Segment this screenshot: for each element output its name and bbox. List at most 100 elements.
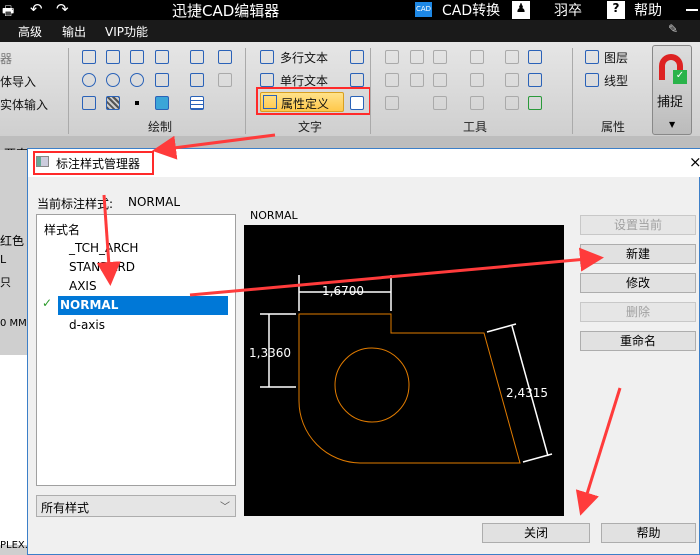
- polyline-icon[interactable]: [106, 50, 120, 64]
- spline-icon[interactable]: [82, 96, 96, 110]
- refresh-icon[interactable]: [528, 50, 542, 64]
- group-label-draw: 绘制: [148, 120, 173, 134]
- array-icon[interactable]: [505, 50, 519, 64]
- delete-button[interactable]: 删除: [580, 302, 696, 322]
- fillet-icon[interactable]: [433, 96, 447, 110]
- add-block-icon[interactable]: [528, 96, 542, 110]
- ribbon-item[interactable]: 实体输入: [0, 96, 48, 113]
- move-icon[interactable]: [385, 50, 399, 64]
- list-header: 样式名: [44, 223, 81, 237]
- dimension-preview: 1,6700 1,3360 2,4315: [249, 275, 553, 464]
- layer-icon[interactable]: [585, 50, 599, 64]
- attr-def-icon: [263, 95, 277, 109]
- multiline-icon[interactable]: [155, 50, 169, 64]
- current-style-value: NORMAL: [128, 195, 181, 209]
- mirror-icon[interactable]: [433, 50, 447, 64]
- modify-button[interactable]: 修改: [580, 273, 696, 293]
- menu-item[interactable]: 高级: [18, 23, 42, 40]
- list-item[interactable]: STANDARD: [69, 260, 135, 274]
- list-item[interactable]: d-axis: [69, 318, 105, 332]
- new-button[interactable]: 新建: [580, 244, 696, 264]
- point-icon[interactable]: [130, 96, 144, 110]
- chamfer-icon[interactable]: [385, 96, 399, 110]
- copy-icon[interactable]: [155, 73, 169, 87]
- mtext-icon[interactable]: [260, 50, 274, 64]
- extend-icon[interactable]: [470, 73, 484, 87]
- join-icon[interactable]: [528, 73, 542, 87]
- help-link[interactable]: 帮助: [634, 0, 662, 20]
- stretch-icon[interactable]: [385, 73, 399, 87]
- circle-3p-icon[interactable]: [106, 73, 120, 87]
- menu-item[interactable]: VIP功能: [105, 23, 148, 40]
- help-icon[interactable]: ?: [607, 1, 625, 19]
- image-icon[interactable]: [155, 96, 169, 110]
- layer-button[interactable]: 图层: [604, 49, 628, 66]
- list-item-selected[interactable]: NORMAL: [58, 296, 228, 315]
- ribbon-item[interactable]: 体导入: [0, 73, 36, 90]
- trim-icon[interactable]: [433, 73, 447, 87]
- group-label-text: 文字: [298, 120, 323, 134]
- title-bar: 🖶 ↶ ↷ 迅捷CAD编辑器 CAD CAD转换 ♟ 羽卒 ? 帮助: [0, 0, 700, 20]
- set-current-button[interactable]: 设置当前: [580, 215, 696, 235]
- menu-item[interactable]: 输出: [62, 23, 86, 40]
- text-edit-icon[interactable]: [350, 73, 364, 87]
- current-check-icon: ✓: [42, 296, 53, 310]
- linetype-icon[interactable]: [585, 73, 599, 87]
- dim-text: 1,3360: [249, 346, 291, 360]
- text-style-icon[interactable]: [350, 50, 364, 64]
- linetype-button[interactable]: 线型: [604, 72, 628, 89]
- rotate-icon[interactable]: [410, 50, 424, 64]
- hatch-icon[interactable]: [106, 96, 120, 110]
- dim-style-manager-dialog: 标注样式管理器 × 当前标注样式: NORMAL 样式名 _TCH_ARCH S…: [27, 148, 700, 555]
- command-line: PLEX.: [0, 540, 28, 551]
- dim-text: 1,6700: [322, 284, 364, 298]
- check-icon: ✓: [673, 70, 687, 84]
- attr-edit-icon[interactable]: [350, 96, 364, 110]
- user-name[interactable]: 羽卒: [554, 0, 582, 20]
- table-icon[interactable]: [190, 96, 204, 110]
- stext-icon[interactable]: [260, 73, 274, 87]
- help-button[interactable]: 帮助: [601, 523, 696, 543]
- title-highlight: [33, 151, 154, 175]
- undo-icon[interactable]: ↶: [30, 0, 43, 18]
- close-button[interactable]: 关闭: [482, 523, 590, 543]
- user-icon[interactable]: ♟: [512, 1, 530, 19]
- close-icon[interactable]: ×: [689, 153, 700, 171]
- dim-text: 2,4315: [506, 386, 548, 400]
- block-icon[interactable]: [190, 50, 204, 64]
- menu-bar: 高级 输出 VIP功能 ✎: [0, 20, 700, 42]
- snap-label: 捕捉: [657, 95, 684, 110]
- redo-icon[interactable]: ↷: [56, 0, 69, 18]
- cad-convert-link[interactable]: CAD转换: [442, 0, 500, 20]
- ribbon-item[interactable]: 器: [0, 50, 12, 67]
- cad-icon: CAD: [415, 2, 432, 17]
- list-item[interactable]: _TCH_ARCH: [69, 241, 138, 255]
- attr-def-button[interactable]: 属性定义: [260, 92, 344, 112]
- list-item[interactable]: AXIS: [69, 279, 97, 293]
- style-list[interactable]: 样式名 _TCH_ARCH STANDARD AXIS ✓ NORMAL d-a…: [36, 214, 236, 486]
- rectangle-icon[interactable]: [130, 50, 144, 64]
- group-label-props: 属性: [601, 120, 626, 134]
- edit-icon[interactable]: ✎: [668, 22, 678, 36]
- offset-icon[interactable]: [470, 50, 484, 64]
- select-icon[interactable]: [218, 50, 232, 64]
- list-item-label: NORMAL: [60, 298, 119, 312]
- rename-button[interactable]: 重命名: [580, 331, 696, 351]
- sample-geometry: [298, 313, 521, 464]
- circle-icon[interactable]: [82, 73, 96, 87]
- snap-button[interactable]: ✓ 捕捉 ▼: [652, 45, 692, 135]
- filter-value: 所有样式: [41, 501, 90, 515]
- explode-icon[interactable]: [470, 96, 484, 110]
- filter-select[interactable]: 所有样式 ﹀: [36, 495, 236, 517]
- mtext-button[interactable]: 多行文本: [280, 49, 328, 66]
- break-icon[interactable]: [505, 73, 519, 87]
- scale-icon[interactable]: [410, 73, 424, 87]
- arc-icon[interactable]: [130, 73, 144, 87]
- layers-icon[interactable]: [218, 73, 232, 87]
- group-icon[interactable]: [505, 96, 519, 110]
- brush-icon[interactable]: [190, 73, 204, 87]
- minimize-button[interactable]: [686, 9, 698, 11]
- line-icon[interactable]: [82, 50, 96, 64]
- prop-value: 红色: [0, 234, 25, 248]
- preview-pane: 1,6700 1,3360 2,4315: [244, 225, 564, 516]
